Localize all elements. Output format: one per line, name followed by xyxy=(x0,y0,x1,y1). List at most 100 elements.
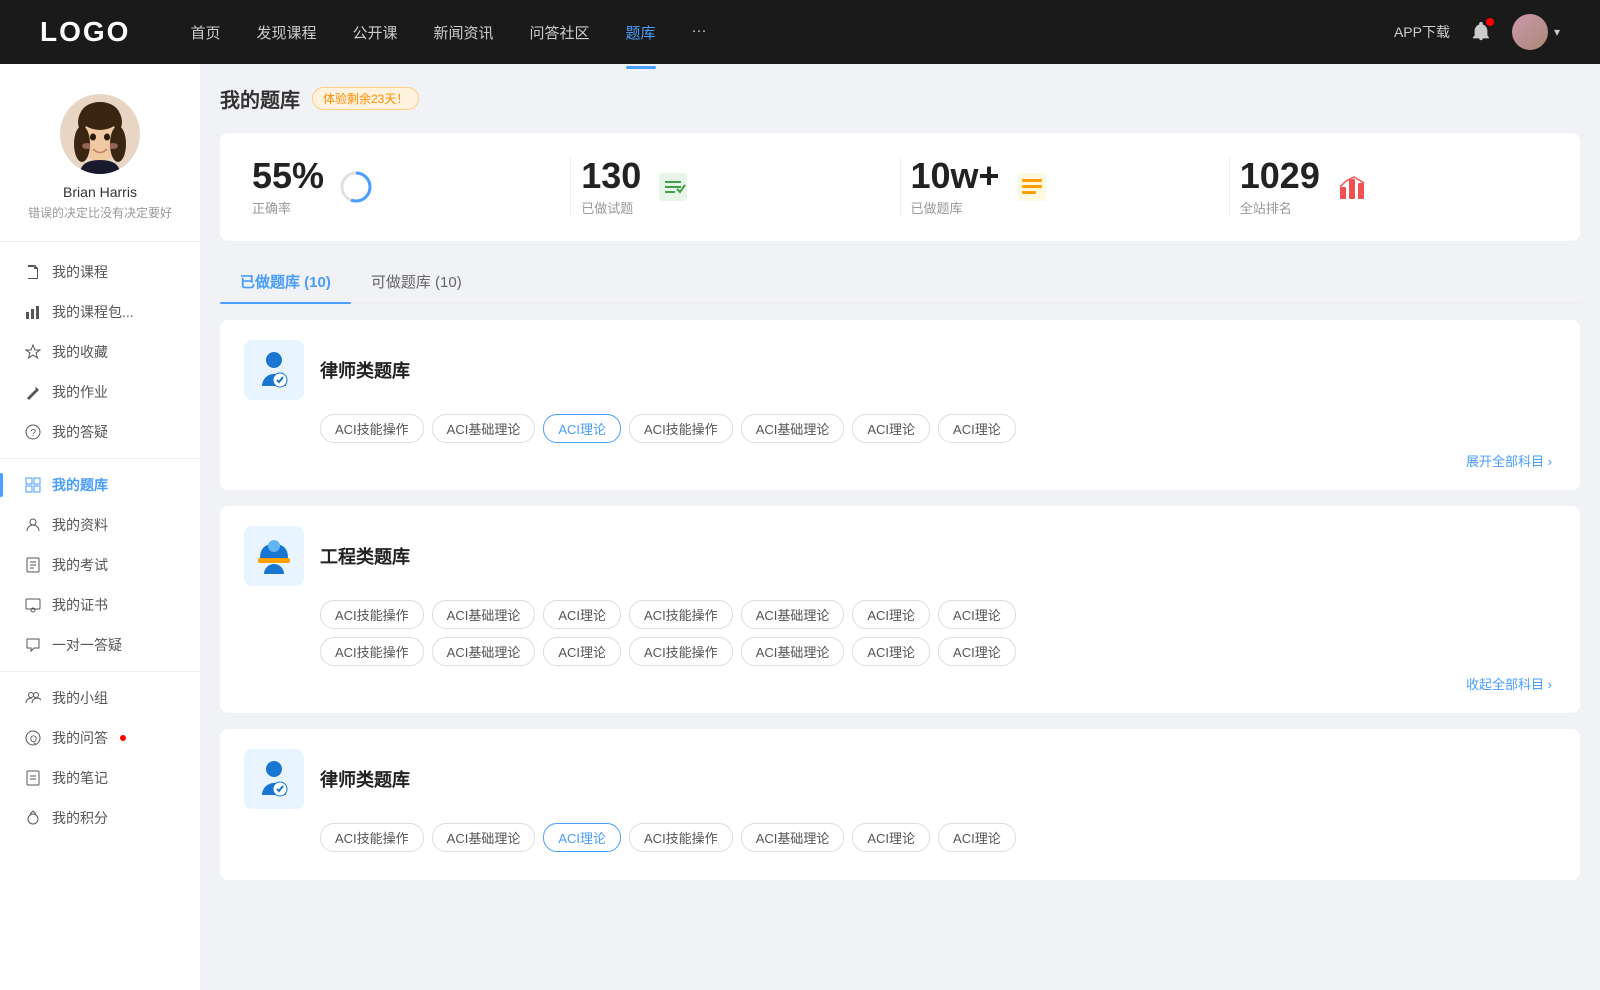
header-right: APP下载 ▾ xyxy=(1394,14,1560,50)
expand-link-lawyer-1[interactable]: 展开全部科目 › xyxy=(244,451,1556,470)
group-icon xyxy=(24,689,42,707)
stat-done-banks: 10w+ 已做题库 xyxy=(911,158,1219,217)
tag-lawyer-1-6[interactable]: ACI理论 xyxy=(938,414,1016,443)
tag-lawyer-1-2[interactable]: ACI理论 xyxy=(543,414,621,443)
tag-lawyer-1-4[interactable]: ACI基础理论 xyxy=(741,414,845,443)
header: LOGO 首页 发现课程 公开课 新闻资讯 问答社区 题库 ··· APP下载 … xyxy=(0,0,1600,64)
tag-eng-4[interactable]: ACI基础理论 xyxy=(741,600,845,629)
page-header: 我的题库 体验剩余23天！ xyxy=(220,84,1580,113)
tag-lawyer-2-4[interactable]: ACI基础理论 xyxy=(741,823,845,852)
bank-name-lawyer-2: 律师类题库 xyxy=(320,766,410,792)
svg-text:Q: Q xyxy=(30,734,37,744)
sidebar-item-question-bank[interactable]: 我的题库 xyxy=(0,465,200,505)
notification-bell[interactable] xyxy=(1470,20,1492,45)
bank-card-lawyer-2: 律师类题库 ACI技能操作 ACI基础理论 ACI理论 ACI技能操作 ACI基… xyxy=(220,729,1580,880)
tag-eng-r2-1[interactable]: ACI基础理论 xyxy=(432,637,536,666)
stat-accuracy: 55% 正确率 xyxy=(252,158,560,217)
nav-qa[interactable]: 问答社区 xyxy=(530,18,590,47)
app-download-button[interactable]: APP下载 xyxy=(1394,22,1450,42)
nav-discover[interactable]: 发现课程 xyxy=(256,18,316,47)
qa-red-dot xyxy=(120,735,126,741)
tab-done[interactable]: 已做题库 (10) xyxy=(220,261,351,302)
bank-card-lawyer-1: 律师类题库 ACI技能操作 ACI基础理论 ACI理论 ACI技能操作 ACI基… xyxy=(220,320,1580,490)
sidebar-item-favorites[interactable]: 我的收藏 xyxy=(0,332,200,372)
sidebar-menu: 我的课程 我的课程包... 我的收藏 我的作业 xyxy=(0,242,200,848)
tag-eng-3[interactable]: ACI技能操作 xyxy=(629,600,733,629)
tag-eng-r2-2[interactable]: ACI理论 xyxy=(543,637,621,666)
file-icon xyxy=(24,263,42,281)
bank-icon-engineer xyxy=(244,526,304,586)
sidebar-divider-1 xyxy=(0,458,200,459)
logo[interactable]: LOGO xyxy=(40,16,130,48)
tag-eng-5[interactable]: ACI理论 xyxy=(852,600,930,629)
tag-lawyer-1-3[interactable]: ACI技能操作 xyxy=(629,414,733,443)
sidebar-item-profile[interactable]: 我的资料 xyxy=(0,505,200,545)
nav-news[interactable]: 新闻资讯 xyxy=(434,18,494,47)
sidebar-item-homework[interactable]: 我的作业 xyxy=(0,372,200,412)
bank-header-engineer: 工程类题库 xyxy=(244,526,1556,586)
stat-divider-2 xyxy=(900,157,901,217)
stat-rank-value: 1029 xyxy=(1240,158,1320,194)
tag-eng-r2-3[interactable]: ACI技能操作 xyxy=(629,637,733,666)
tag-eng-r2-0[interactable]: ACI技能操作 xyxy=(320,637,424,666)
chat-icon xyxy=(24,636,42,654)
stats-card: 55% 正确率 130 已做试题 xyxy=(220,133,1580,241)
bank-header-lawyer-1: 律师类题库 xyxy=(244,340,1556,400)
tags-row-lawyer-1: ACI技能操作 ACI基础理论 ACI理论 ACI技能操作 ACI基础理论 AC… xyxy=(244,414,1556,443)
cert-icon xyxy=(24,596,42,614)
bank-header-lawyer-2: 律师类题库 xyxy=(244,749,1556,809)
tag-lawyer-2-1[interactable]: ACI基础理论 xyxy=(432,823,536,852)
tag-lawyer-2-2[interactable]: ACI理论 xyxy=(543,823,621,852)
collapse-link-engineer[interactable]: 收起全部科目 › xyxy=(244,674,1556,693)
person-icon xyxy=(24,516,42,534)
tag-eng-6[interactable]: ACI理论 xyxy=(938,600,1016,629)
tag-lawyer-1-0[interactable]: ACI技能操作 xyxy=(320,414,424,443)
sidebar-item-course[interactable]: 我的课程 xyxy=(0,252,200,292)
stat-done-questions-value: 130 xyxy=(581,158,641,194)
tag-lawyer-2-0[interactable]: ACI技能操作 xyxy=(320,823,424,852)
chevron-down-icon: ▾ xyxy=(1554,25,1560,39)
nav-more[interactable]: ··· xyxy=(692,18,707,47)
tag-lawyer-1-5[interactable]: ACI理论 xyxy=(852,414,930,443)
profile-section: Brian Harris 错误的决定比没有决定要好 xyxy=(0,94,200,242)
tag-eng-0[interactable]: ACI技能操作 xyxy=(320,600,424,629)
sidebar-item-one-on-one[interactable]: 一对一答疑 xyxy=(0,625,200,665)
tag-lawyer-2-5[interactable]: ACI理论 xyxy=(852,823,930,852)
sidebar-item-cert[interactable]: 我的证书 xyxy=(0,585,200,625)
main-content: 我的题库 体验剩余23天！ 55% 正确率 xyxy=(200,64,1600,990)
tag-lawyer-2-6[interactable]: ACI理论 xyxy=(938,823,1016,852)
user-avatar-wrapper[interactable]: ▾ xyxy=(1512,14,1560,50)
tag-eng-r2-6[interactable]: ACI理论 xyxy=(938,637,1016,666)
grid-icon xyxy=(24,476,42,494)
sidebar-item-qa[interactable]: ? 我的答疑 xyxy=(0,412,200,452)
sidebar-item-points[interactable]: 我的积分 xyxy=(0,798,200,838)
nav-home[interactable]: 首页 xyxy=(190,18,220,47)
sidebar-item-notes[interactable]: 我的笔记 xyxy=(0,758,200,798)
stat-accuracy-value: 55% xyxy=(252,158,324,194)
star-icon xyxy=(24,343,42,361)
stat-done-banks-label: 已做题库 xyxy=(911,198,1000,217)
tag-eng-r2-4[interactable]: ACI基础理论 xyxy=(741,637,845,666)
tag-eng-2[interactable]: ACI理论 xyxy=(543,600,621,629)
tab-available[interactable]: 可做题库 (10) xyxy=(351,261,482,302)
sidebar-item-course-package[interactable]: 我的课程包... xyxy=(0,292,200,332)
nav-question-bank[interactable]: 题库 xyxy=(626,18,656,47)
main-layout: Brian Harris 错误的决定比没有决定要好 我的课程 我的课程包... xyxy=(0,64,1600,990)
tag-eng-1[interactable]: ACI基础理论 xyxy=(432,600,536,629)
sidebar-item-my-qa[interactable]: Q 我的问答 xyxy=(0,718,200,758)
profile-name: Brian Harris xyxy=(20,184,180,200)
profile-motto: 错误的决定比没有决定要好 xyxy=(20,204,180,221)
edit-icon xyxy=(24,383,42,401)
tag-lawyer-2-3[interactable]: ACI技能操作 xyxy=(629,823,733,852)
sidebar-item-group[interactable]: 我的小组 xyxy=(0,678,200,718)
tag-eng-r2-5[interactable]: ACI理论 xyxy=(852,637,930,666)
medal-icon xyxy=(24,809,42,827)
stat-rank-label: 全站排名 xyxy=(1240,198,1320,217)
nav-open-course[interactable]: 公开课 xyxy=(352,18,397,47)
stat-done-questions-label: 已做试题 xyxy=(581,198,641,217)
page-title: 我的题库 xyxy=(220,84,300,113)
notification-dot xyxy=(1486,18,1494,26)
tag-lawyer-1-1[interactable]: ACI基础理论 xyxy=(432,414,536,443)
sidebar-item-exam[interactable]: 我的考试 xyxy=(0,545,200,585)
profile-avatar-svg xyxy=(60,94,140,174)
